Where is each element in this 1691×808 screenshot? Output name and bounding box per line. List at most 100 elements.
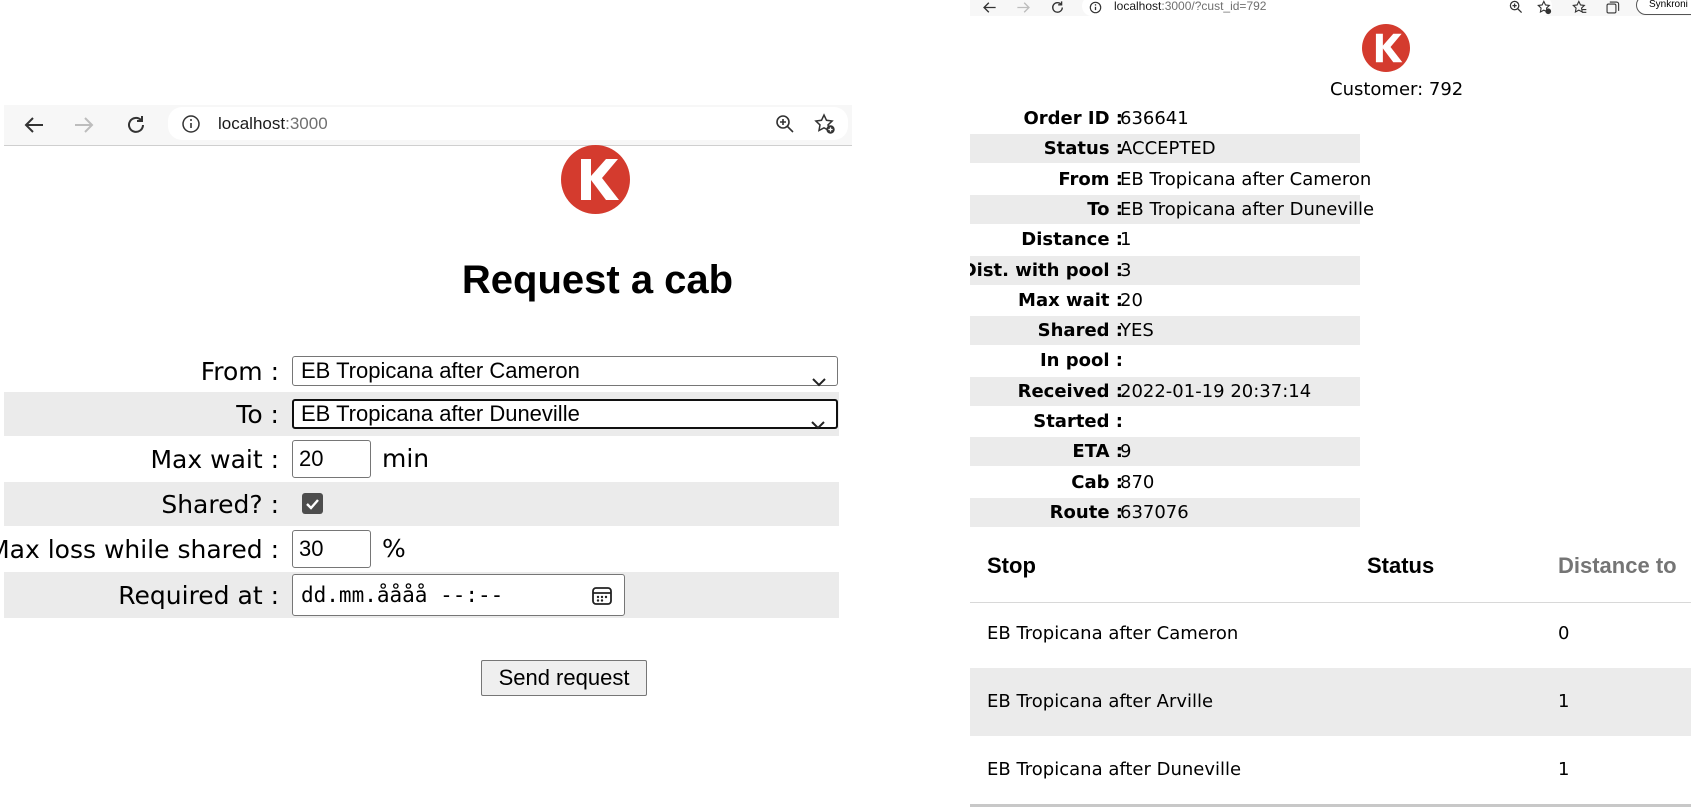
max-wait-row: Max wait : 20 min (4, 436, 839, 482)
detail-key: ETA : (1072, 441, 1123, 463)
detail-value: 20 (1120, 289, 1143, 311)
detail-key: Dist. with pool : (970, 259, 1123, 281)
from-label: From : (200, 356, 279, 386)
detail-value: 636641 (1120, 108, 1189, 129)
detail-value: 870 (1120, 471, 1155, 493)
request-cab-window: localhost:3000 Request a cab From : EB T… (0, 0, 860, 808)
favorites-icon[interactable] (1570, 0, 1588, 16)
detail-key: To : (1087, 198, 1123, 220)
url-rest: :3000/?cust_id=792 (1161, 0, 1267, 13)
distance-cell: 1 (1558, 691, 1570, 712)
back-arrow-icon[interactable] (980, 0, 998, 16)
zoom-icon[interactable] (1507, 0, 1525, 16)
detail-key: From : (1058, 168, 1123, 190)
detail-row: Route :637076 (970, 497, 1360, 527)
column-header-distance: Distance to (1558, 553, 1677, 578)
detail-value: ACCEPTED (1120, 138, 1216, 160)
detail-key: Started : (1033, 411, 1123, 432)
detail-row: In pool : (970, 346, 1360, 375)
detail-row: Status : ACCEPTED (970, 134, 1360, 164)
to-select-value: EB Tropicana after Duneville (301, 401, 580, 426)
max-wait-input[interactable]: 20 (292, 440, 371, 478)
reload-icon[interactable] (1048, 0, 1066, 16)
detail-value: 2022-01-19 20:37:14 (1120, 380, 1312, 402)
shared-row: Shared? : (4, 482, 839, 526)
browser-toolbar: localhost:3000/?cust_id=792 Synkroni (970, 0, 1691, 16)
to-label: To : (236, 399, 279, 429)
calendar-icon[interactable] (590, 584, 614, 608)
detail-row: Max wait :20 (970, 286, 1360, 315)
required-at-label: Required at : (118, 580, 279, 610)
logo-k (1362, 24, 1410, 72)
profile-label: Synkroni (1649, 0, 1688, 10)
from-select-value: EB Tropicana after Cameron (301, 358, 580, 383)
forward-arrow-icon[interactable] (1014, 0, 1032, 16)
detail-value: 9 (1120, 441, 1132, 463)
url-host: localhost (1114, 0, 1162, 13)
stop-cell: EB Tropicana after Duneville (987, 759, 1242, 780)
address-bar[interactable]: localhost:3000 (168, 107, 848, 140)
shared-label: Shared? : (161, 489, 279, 519)
table-bottom-border (970, 804, 1691, 807)
logo-k (561, 145, 630, 214)
stop-cell: EB Tropicana after Arville (987, 691, 1214, 712)
back-arrow-icon[interactable] (20, 111, 48, 139)
detail-key: Max wait : (1018, 289, 1123, 311)
distance-cell: 1 (1558, 759, 1570, 780)
distance-cell: 0 (1558, 623, 1570, 644)
table-row: EB Tropicana after Cameron 0 (970, 600, 1691, 668)
table-row: EB Tropicana after Duneville 1 (970, 736, 1691, 804)
required-at-input[interactable]: dd.mm.åååå --:-- (292, 574, 625, 616)
detail-key: Order ID : (1023, 108, 1123, 129)
detail-row: Distance :1 (970, 225, 1360, 254)
detail-row: Dist. with pool :3 (970, 255, 1360, 285)
required-at-row: Required at : dd.mm.åååå --:-- (4, 572, 839, 618)
order-details-window: localhost:3000/?cust_id=792 Synkroni Cus… (970, 0, 1691, 808)
detail-row: Shared : YES (970, 316, 1360, 346)
from-select[interactable]: EB Tropicana after Cameron (292, 356, 838, 387)
detail-value: EB Tropicana after Duneville (1120, 198, 1375, 220)
detail-value: 637076 (1120, 501, 1189, 523)
detail-row: Cab :870 (970, 468, 1360, 497)
profile-button[interactable]: Synkroni (1636, 0, 1691, 15)
detail-key: Cab : (1071, 471, 1123, 493)
favorite-add-icon[interactable] (813, 112, 837, 136)
stop-cell: EB Tropicana after Cameron (987, 623, 1239, 644)
detail-row: Received :2022-01-19 20:37:14 (970, 376, 1360, 406)
customer-label: Customer: 792 (1330, 79, 1464, 100)
to-select[interactable]: EB Tropicana after Duneville (292, 399, 838, 430)
max-loss-row: Max loss while shared : 30 % (0, 526, 839, 572)
max-wait-label: Max wait : (150, 444, 279, 474)
forward-arrow-icon[interactable] (70, 111, 98, 139)
detail-value: 3 (1120, 259, 1132, 281)
detail-value: 1 (1120, 229, 1132, 251)
send-request-button[interactable]: Send request (481, 660, 647, 696)
site-info-icon[interactable] (180, 113, 202, 135)
required-at-value: dd.mm.åååå --:-- (301, 583, 504, 607)
stops-table-header: Stop Status Distance to (970, 530, 1691, 603)
favorite-add-icon[interactable] (1535, 0, 1553, 16)
detail-key: Received : (1017, 380, 1123, 402)
url-port: :3000 (285, 114, 328, 133)
column-header-status: Status (1367, 553, 1435, 578)
browser-toolbar: localhost:3000 (4, 105, 852, 146)
table-row: EB Tropicana after Arville 1 (970, 668, 1691, 736)
detail-key: Shared : (1037, 320, 1123, 342)
column-header-stop: Stop (987, 553, 1036, 578)
detail-key: Route : (1049, 501, 1123, 523)
zoom-icon[interactable] (773, 112, 797, 136)
to-row: To : EB Tropicana after Duneville (4, 392, 839, 436)
detail-row: ETA :9 (970, 437, 1360, 467)
chevron-down-icon (810, 410, 826, 436)
detail-value: EB Tropicana after Cameron (1120, 168, 1372, 190)
reload-icon[interactable] (122, 111, 150, 139)
collections-icon[interactable] (1603, 0, 1621, 16)
checkbox-checked-icon[interactable] (302, 493, 323, 514)
max-loss-input[interactable]: 30 (292, 530, 371, 568)
detail-row: Order ID :636641 (970, 104, 1360, 133)
max-loss-label: Max loss while shared : (0, 534, 279, 564)
url-host: localhost (218, 114, 286, 133)
address-bar[interactable]: localhost:3000/?cust_id=792 (1082, 0, 1552, 16)
site-info-icon[interactable] (1088, 0, 1102, 14)
chevron-down-icon (811, 366, 827, 394)
